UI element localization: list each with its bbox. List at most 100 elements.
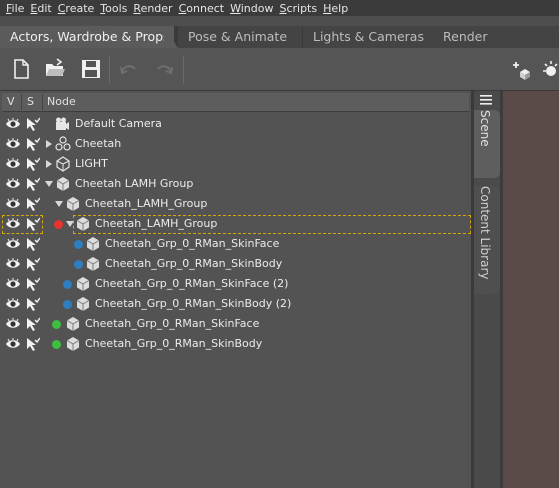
scene-node-label: Cheetah LAMH Group [75,177,194,190]
scene-node-row[interactable]: Cheetah_Grp_0_RMan_SkinFace [0,314,471,334]
tab-lights-cameras[interactable]: Lights & Cameras [303,26,433,48]
visibility-eye-icon[interactable] [5,238,21,250]
visibility-eye-icon[interactable] [5,138,21,150]
selectable-cursor-icon[interactable] [26,137,40,151]
viewport-area[interactable] [500,91,559,488]
menu-item[interactable]: Render [127,2,172,15]
visibility-eye-icon[interactable] [5,178,21,190]
group-icon [66,197,80,211]
menu-item[interactable]: Connect [173,2,225,15]
scene-node-row[interactable]: Cheetah_Grp_0_RMan_SkinBody [0,334,471,354]
scene-node-label: LIGHT [75,157,108,170]
selectable-cursor-icon[interactable] [26,257,40,271]
column-divider [21,94,22,110]
scene-node-row[interactable]: Cheetah_Grp_0_RMan_SkinFace (2) [0,274,471,294]
figure-icon [55,136,71,151]
column-divider [42,94,43,110]
collapse-arrow-icon[interactable] [45,181,53,187]
visibility-column-header[interactable]: V [7,95,15,108]
scene-node-row[interactable]: Cheetah_LAMH_Group [0,214,471,234]
scene-node-row[interactable]: LIGHT [0,154,471,174]
undo-icon[interactable] [118,58,140,80]
scene-node-row[interactable]: Cheetah LAMH Group [0,174,471,194]
menu-label: ile [11,1,25,15]
menu-item[interactable]: Create [52,2,95,15]
menu-item[interactable]: Tools [94,2,127,15]
scene-node-label: Cheetah_Grp_0_RMan_SkinBody [85,337,263,350]
menu-item[interactable]: Scripts [273,2,317,15]
visibility-eye-icon[interactable] [5,118,21,130]
selectable-cursor-icon[interactable] [26,317,40,331]
visibility-eye-icon[interactable] [5,198,21,210]
selectable-cursor-icon[interactable] [26,237,40,251]
scene-node-label: Cheetah_Grp_0_RMan_SkinFace [105,237,280,250]
visibility-eye-icon[interactable] [5,338,21,350]
scene-header: V S Node [2,93,469,112]
menu-label: onnect [186,1,225,15]
menu-label: indow [240,1,274,15]
scene-node-row[interactable]: Cheetah_Grp_0_RMan_SkinBody (2) [0,294,471,314]
scene-node-label: Cheetah_Grp_0_RMan_SkinBody (2) [95,297,292,310]
expand-arrow-icon[interactable] [46,140,52,148]
node-color-dot [74,260,83,269]
selectable-cursor-icon[interactable] [26,177,40,191]
scene-node-row[interactable]: Cheetah [0,134,471,154]
selectable-cursor-icon[interactable] [26,297,40,311]
menu-label: elp [331,1,349,15]
light-add-icon[interactable] [540,58,559,80]
menu-accelerator: W [230,1,241,15]
scene-node-row[interactable]: Cheetah_Grp_0_RMan_SkinFace [0,234,471,254]
menu-label: reate [65,1,95,15]
selectable-cursor-icon[interactable] [26,117,40,131]
selectable-cursor-icon[interactable] [26,197,40,211]
mesh-icon [86,237,100,251]
toolbar-divider [109,56,110,84]
visibility-eye-icon[interactable] [5,158,21,170]
visibility-eye-icon[interactable] [5,318,21,330]
visibility-eye-icon[interactable] [5,298,21,310]
tab-actors-wardrobe-props[interactable]: Actors, Wardrobe & Props [0,26,174,48]
scene-node-row[interactable]: Cheetah_Grp_0_RMan_SkinBody [0,254,471,274]
scene-node-label: Cheetah_LAMH_Group [85,197,208,210]
node-color-dot [52,320,61,329]
scene-node-row[interactable]: Cheetah_LAMH_Group [0,194,471,214]
tab-pose-animate[interactable]: Pose & Animate [178,26,302,48]
menu-item[interactable]: Help [317,2,348,15]
selectable-cursor-icon[interactable] [26,277,40,291]
side-tab-content-library[interactable]: Content Library [474,186,500,294]
expand-arrow-icon[interactable] [46,160,52,168]
menu-label: cripts [286,1,318,15]
open-folder-icon[interactable] [44,58,66,80]
toolbar [0,48,559,91]
scene-node-label: Cheetah_Grp_0_RMan_SkinFace (2) [95,277,289,290]
side-tab-scene[interactable]: Scene [474,110,500,178]
menu-accelerator: R [133,1,141,15]
collapse-arrow-icon[interactable] [55,201,63,207]
node-color-dot [63,280,72,289]
new-file-icon[interactable] [10,58,32,80]
visibility-eye-icon[interactable] [5,258,21,270]
selection-outline [2,215,43,234]
tab-render[interactable]: Render [433,26,559,48]
scene-node-label: Cheetah [75,137,122,150]
tab-separator [164,26,178,48]
panel-menu-icon[interactable] [479,94,493,106]
node-column-header[interactable]: Node [47,95,76,108]
visibility-eye-icon[interactable] [5,278,21,290]
menu-item[interactable]: File [0,2,24,15]
menu-item[interactable]: Edit [24,2,51,15]
add-node-icon[interactable] [512,58,534,80]
save-icon[interactable] [80,58,102,80]
node-color-dot [54,220,63,229]
scene-node-label: Default Camera [75,117,162,130]
menu-label: ender [140,1,173,15]
menu-label: ools [105,1,128,15]
selectable-cursor-icon[interactable] [26,337,40,351]
scene-panel: V S Node Default Camera Cheetah LIGHT Cheet… [0,91,471,488]
scene-node-row[interactable]: Default Camera [0,114,471,134]
menu-item[interactable]: Window [224,2,273,15]
selectable-column-header[interactable]: S [27,95,34,108]
redo-icon[interactable] [153,58,175,80]
selectable-cursor-icon[interactable] [26,157,40,171]
scene-node-label: Cheetah_Grp_0_RMan_SkinBody [105,257,283,270]
